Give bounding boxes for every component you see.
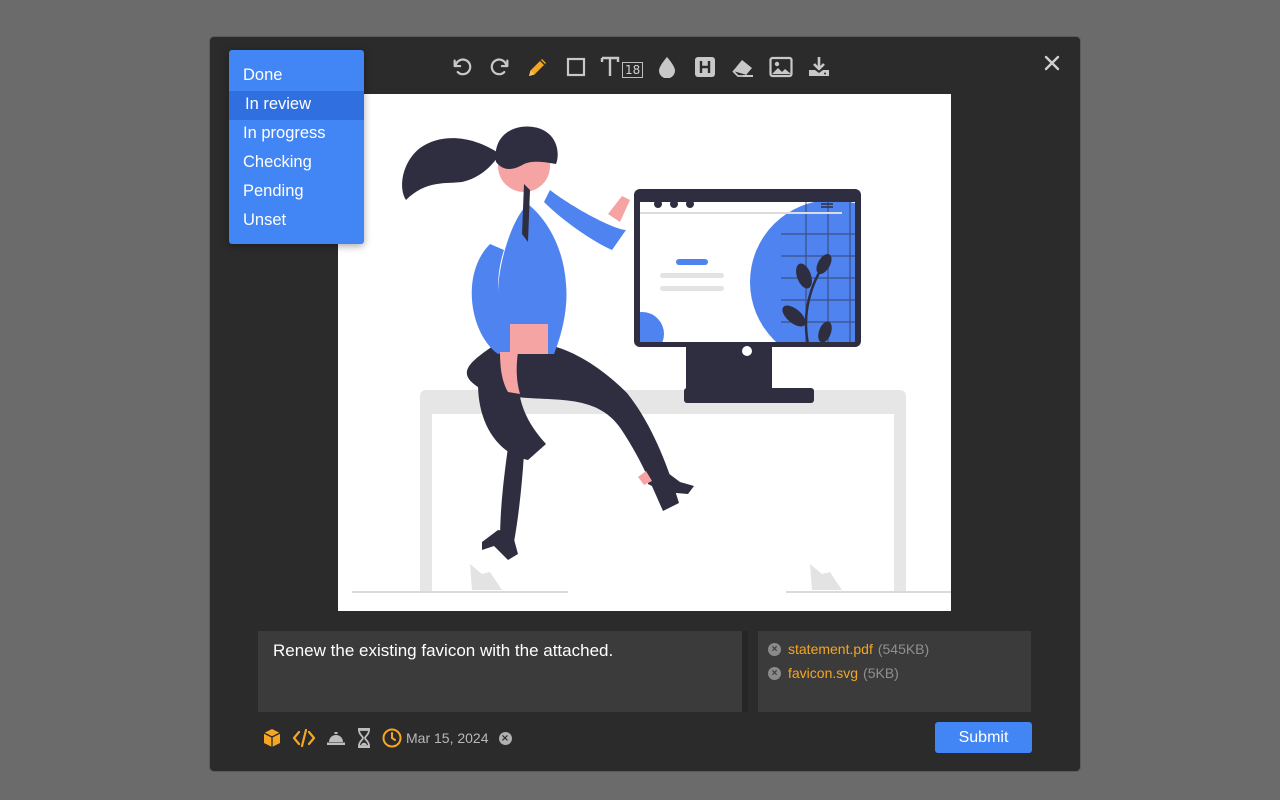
rectangle-icon[interactable]: [562, 53, 590, 81]
image-canvas[interactable]: [338, 94, 951, 611]
box-icon[interactable]: [262, 728, 282, 748]
footer-bar: Mar 15, 2024 ×: [262, 726, 512, 750]
status-option-checking[interactable]: Checking: [229, 149, 364, 178]
remove-attachment-icon[interactable]: ×: [768, 642, 781, 656]
clock-icon[interactable]: [382, 728, 402, 748]
attachment-row: × favicon.svg (5KB): [768, 665, 899, 681]
close-icon[interactable]: [1040, 51, 1064, 75]
blur-icon[interactable]: [653, 53, 681, 81]
clear-date-icon[interactable]: ×: [498, 731, 512, 745]
hourglass-icon[interactable]: [356, 728, 372, 748]
highlight-icon[interactable]: [691, 53, 719, 81]
due-date[interactable]: Mar 15, 2024: [406, 730, 489, 746]
eraser-icon[interactable]: [729, 53, 757, 81]
status-option-pending[interactable]: Pending: [229, 178, 364, 207]
comment-box[interactable]: Renew the existing favicon with the atta…: [258, 631, 748, 712]
status-dropdown: Done In review In progress Checking Pend…: [229, 50, 364, 244]
undo-icon[interactable]: [448, 53, 476, 81]
download-icon[interactable]: [805, 53, 833, 81]
attachment-row: × statement.pdf (545KB): [768, 641, 929, 657]
status-option-in-progress[interactable]: In progress: [229, 120, 364, 149]
submit-button[interactable]: Submit: [935, 722, 1032, 753]
attachment-name[interactable]: favicon.svg: [788, 665, 858, 681]
attachment-size: (5KB): [863, 665, 899, 681]
pencil-icon[interactable]: [524, 53, 552, 81]
status-option-in-review[interactable]: In review: [229, 91, 364, 120]
attachments-panel: × statement.pdf (545KB) × favicon.svg (5…: [758, 631, 1031, 712]
comment-text[interactable]: Renew the existing favicon with the atta…: [273, 641, 613, 661]
attachment-size: (545KB): [877, 641, 930, 657]
status-option-unset[interactable]: Unset: [229, 207, 364, 236]
remove-attachment-icon[interactable]: ×: [768, 666, 781, 680]
image-icon[interactable]: [767, 53, 795, 81]
code-icon[interactable]: [292, 729, 316, 747]
status-option-done[interactable]: Done: [229, 62, 364, 91]
redo-icon[interactable]: [486, 53, 514, 81]
text-icon[interactable]: 18: [600, 53, 644, 81]
attachment-name[interactable]: statement.pdf: [788, 641, 873, 657]
font-size-value[interactable]: 18: [622, 62, 644, 78]
illustration: [352, 126, 951, 593]
toolbar: 18: [448, 52, 843, 82]
bell-icon[interactable]: [326, 730, 346, 746]
